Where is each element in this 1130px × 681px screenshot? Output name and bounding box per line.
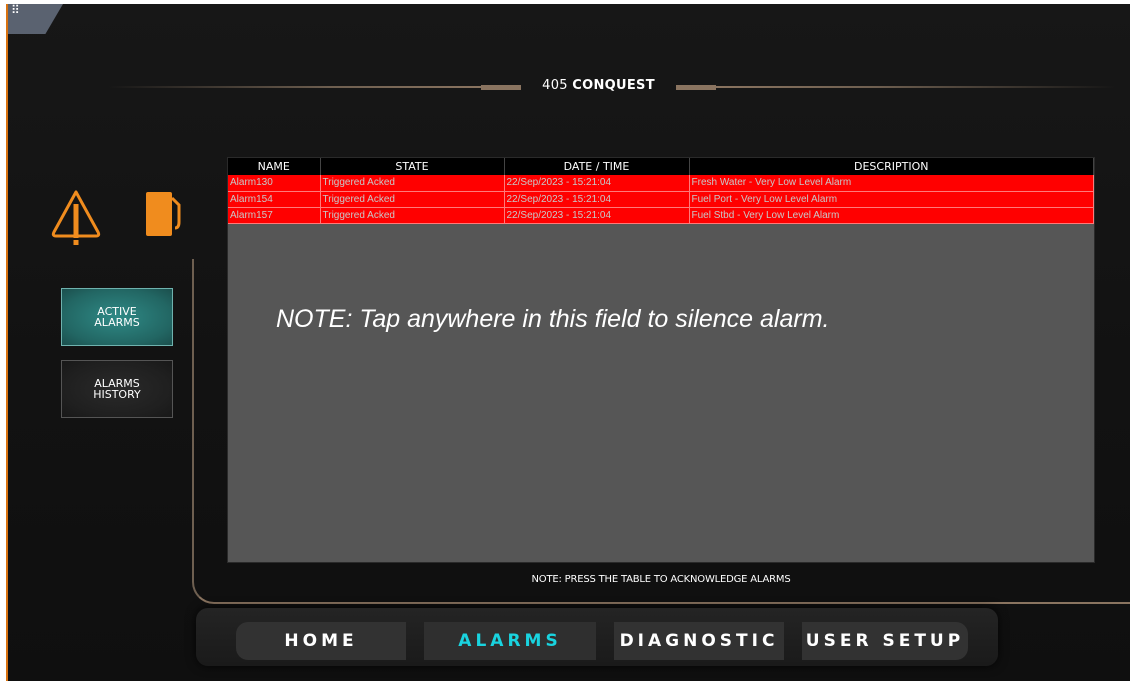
alarm-table[interactable]: NAME STATE DATE / TIME DESCRIPTION Alarm… [228, 158, 1094, 224]
title-divider-right [716, 86, 1116, 88]
column-header-description: DESCRIPTION [689, 158, 1094, 175]
alarm-datetime-cell: 22/Sep/2023 - 15:21:04 [504, 207, 690, 224]
nav-home-button[interactable]: HOME [236, 622, 406, 660]
alarm-state-cell: Triggered Acked [320, 207, 505, 224]
alarm-state-cell: Triggered Acked [320, 175, 505, 192]
alarm-state-cell: Triggered Acked [320, 191, 505, 208]
alarm-name-cell: Alarm130 [228, 175, 321, 192]
alarm-table-panel[interactable]: NAME STATE DATE / TIME DESCRIPTION Alarm… [227, 157, 1095, 563]
active-alarms-label: ACTIVE ALARMS [94, 305, 140, 329]
table-row[interactable]: Alarm157 Triggered Acked 22/Sep/2023 - 1… [228, 207, 1094, 224]
alarms-history-button[interactable]: ALARMS HISTORY [61, 360, 173, 418]
nav-diagnostic-button[interactable]: DIAGNOSTIC [614, 622, 784, 660]
alarm-description-cell: Fuel Port - Very Low Level Alarm [689, 191, 1094, 208]
alarms-history-label: ALARMS HISTORY [93, 377, 141, 401]
alarm-description-cell: Fresh Water - Very Low Level Alarm [689, 175, 1094, 192]
alarm-name-cell: Alarm157 [228, 207, 321, 224]
table-header-row: NAME STATE DATE / TIME DESCRIPTION [228, 158, 1094, 175]
bottom-navigation: HOME ALARMS DIAGNOSTIC USER SETUP [196, 608, 998, 666]
warning-triangle-icon [51, 190, 101, 245]
vessel-title: 405 CONQUEST [521, 78, 676, 93]
title-accent-left [481, 85, 521, 90]
nav-alarms-button[interactable]: ALARMS [424, 622, 596, 660]
alarm-datetime-cell: 22/Sep/2023 - 15:21:04 [504, 175, 690, 192]
silence-alarm-note: NOTE: Tap anywhere in this field to sile… [276, 305, 830, 333]
alarm-description-cell: Fuel Stbd - Very Low Level Alarm [689, 207, 1094, 224]
active-alarms-button[interactable]: ACTIVE ALARMS [61, 288, 173, 346]
alarm-datetime-cell: 22/Sep/2023 - 15:21:04 [504, 191, 690, 208]
vessel-title-name: CONQUEST [572, 78, 655, 93]
fuel-pump-icon [146, 192, 181, 236]
alarm-name-cell: Alarm154 [228, 191, 321, 208]
alarm-screen: ⠿ 405 CONQUEST ACTIVE ALARMS ALARMS HIST… [6, 4, 1130, 681]
column-header-state: STATE [320, 158, 505, 175]
title-accent-right [676, 85, 716, 90]
acknowledge-note: NOTE: PRESS THE TABLE TO ACKNOWLEDGE ALA… [531, 574, 791, 585]
corner-menu-tab[interactable]: ⠿ [8, 4, 63, 34]
column-header-name: NAME [228, 158, 321, 175]
table-row[interactable]: Alarm130 Triggered Acked 22/Sep/2023 - 1… [228, 175, 1094, 192]
nav-user-setup-button[interactable]: USER SETUP [802, 622, 968, 660]
table-row[interactable]: Alarm154 Triggered Acked 22/Sep/2023 - 1… [228, 191, 1094, 208]
grid-dots-icon: ⠿ [11, 4, 21, 17]
title-divider-left [108, 86, 481, 88]
vessel-title-number: 405 [542, 78, 573, 93]
column-header-datetime: DATE / TIME [504, 158, 690, 175]
